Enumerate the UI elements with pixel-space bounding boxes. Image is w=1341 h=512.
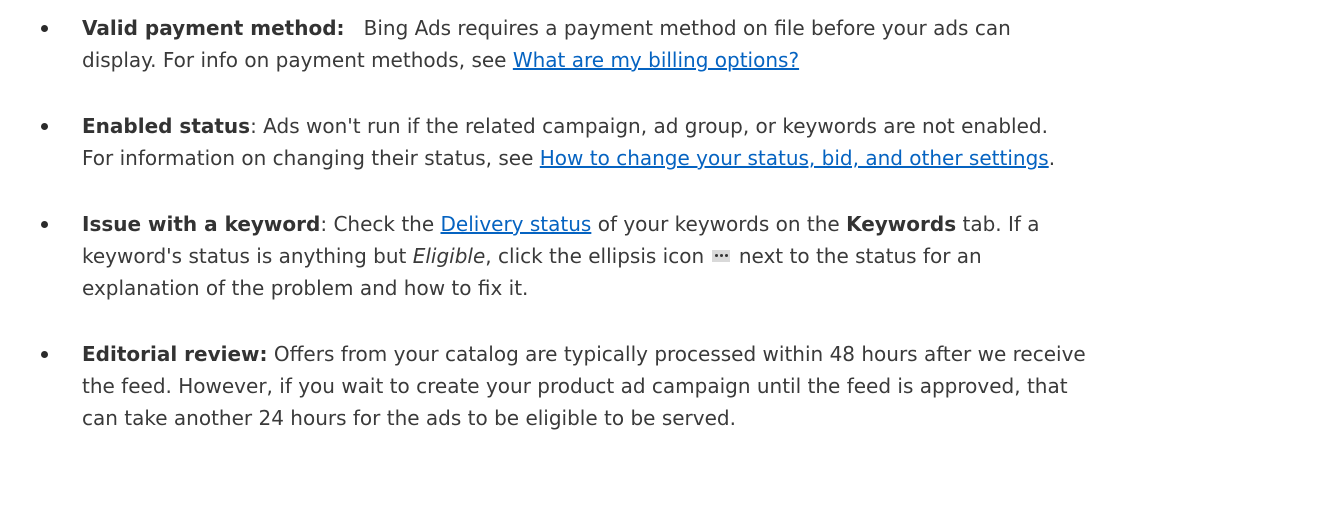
item-title: Valid payment method: — [82, 16, 345, 40]
text-line: For information on changing their status… — [82, 142, 1322, 174]
text-line: keyword's status is anything but Eligibl… — [82, 240, 1322, 272]
list-item-text: Valid payment method: Bing Ads requires … — [82, 12, 1322, 76]
item-text: : Check the — [320, 212, 441, 236]
item-text: next to the status for an — [732, 244, 982, 268]
text-line: the feed. However, if you wait to create… — [82, 374, 1068, 398]
text-line: can take another 24 hours for the ads to… — [82, 406, 736, 430]
list-item-text: Issue with a keyword: Check the Delivery… — [82, 208, 1322, 304]
billing-options-link[interactable]: What are my billing options? — [513, 48, 799, 72]
item-text: : Ads won't run if the related campaign,… — [250, 114, 1048, 138]
item-text: keyword's status is anything but — [82, 244, 413, 268]
item-text: Bing Ads requires a payment method on fi… — [363, 16, 1011, 40]
eligible-status: Eligible — [412, 244, 486, 268]
bullet — [41, 123, 48, 130]
delivery-status-link[interactable]: Delivery status — [441, 212, 592, 236]
text-line: Valid payment method: Bing Ads requires … — [82, 12, 1322, 44]
list-item-text: Editorial review: Offers from your catal… — [82, 338, 1322, 434]
item-text: For information on changing their status… — [82, 146, 540, 170]
item-text: of your keywords on the — [591, 212, 847, 236]
item-text: Offers from your catalog are typically p… — [267, 342, 1086, 366]
item-text: . — [1048, 146, 1056, 170]
change-status-link[interactable]: How to change your status, bid, and othe… — [540, 146, 1049, 170]
text-line: Issue with a keyword: Check the Delivery… — [82, 208, 1322, 240]
item-title: Editorial review: — [82, 342, 268, 366]
text-line: explanation of the problem and how to fi… — [82, 276, 529, 300]
item-title: Enabled status — [82, 114, 251, 138]
list-item-text: Enabled status: Ads won't run if the rel… — [82, 110, 1322, 174]
item-text: , click the ellipsis icon — [485, 244, 711, 268]
item-text: tab. If a — [956, 212, 1040, 236]
item-title: Issue with a keyword — [82, 212, 321, 236]
item-text: display. For info on payment methods, se… — [82, 48, 513, 72]
text-line: display. For info on payment methods, se… — [82, 44, 1322, 76]
text-line: Editorial review: Offers from your catal… — [82, 338, 1322, 370]
bullet — [41, 221, 48, 228]
bullet — [41, 351, 48, 358]
ellipsis-icon — [712, 250, 731, 262]
bullet — [41, 25, 48, 32]
text-line: Enabled status: Ads won't run if the rel… — [82, 110, 1322, 142]
keywords-tab-label: Keywords — [846, 212, 957, 236]
